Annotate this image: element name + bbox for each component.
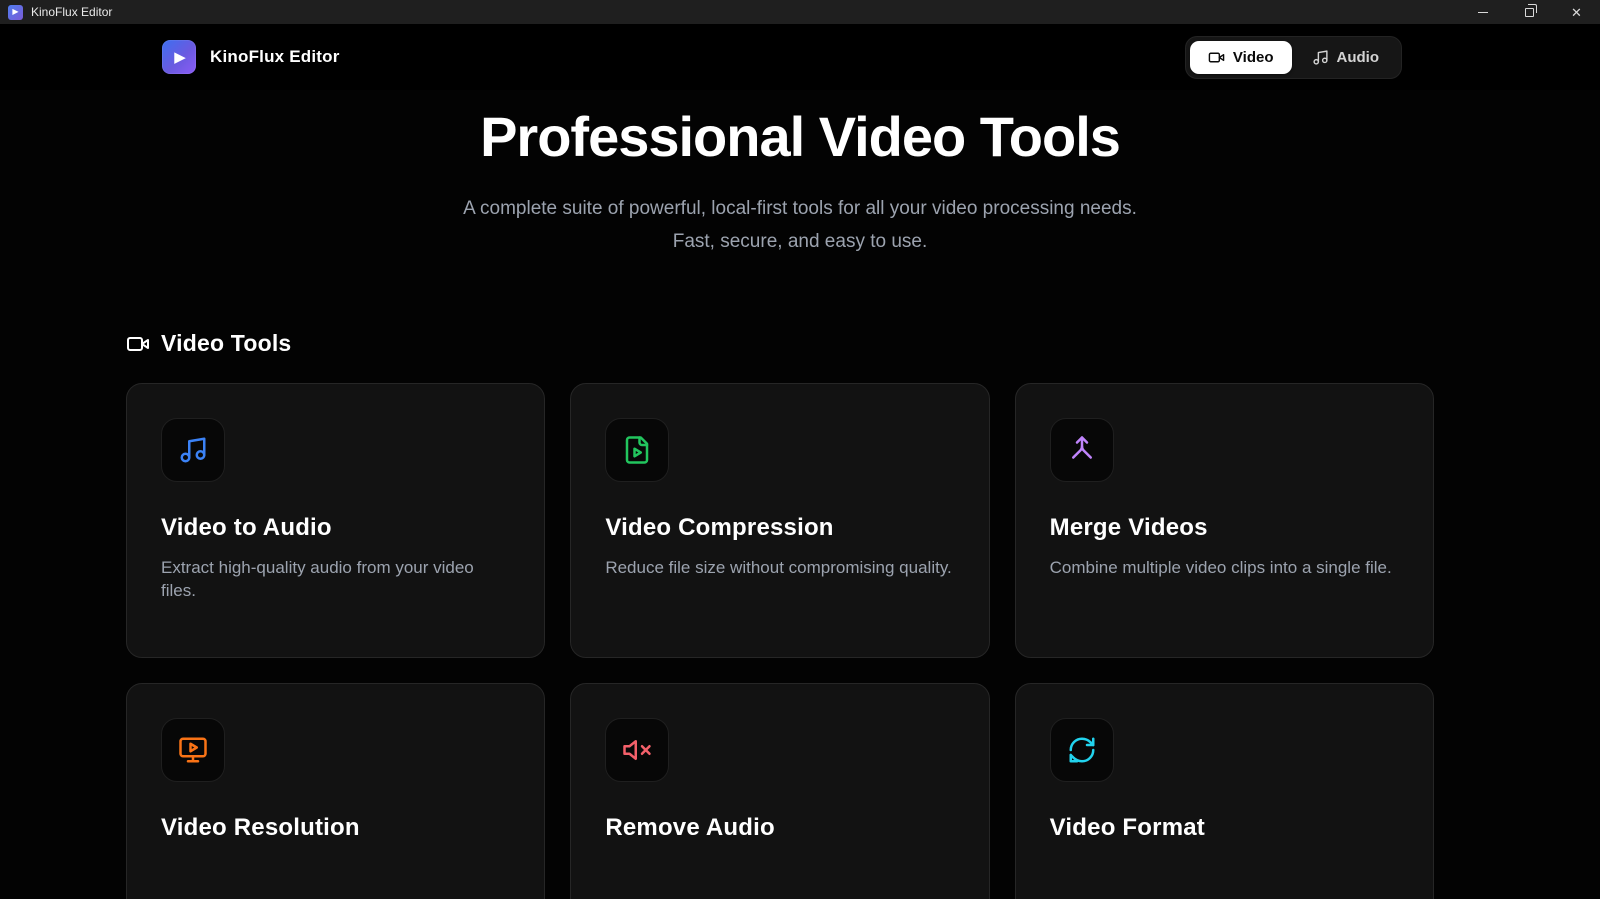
tools-grid: Video to Audio Extract high-quality audi… [126, 383, 1434, 899]
refresh-cw-icon [1067, 735, 1097, 765]
brand-name: KinoFlux Editor [210, 47, 340, 67]
card-description: Combine multiple video clips into a sing… [1050, 557, 1399, 580]
card-merge-videos[interactable]: Merge Videos Combine multiple video clip… [1015, 383, 1434, 658]
card-video-resolution[interactable]: Video Resolution [126, 683, 545, 899]
restore-button[interactable] [1506, 0, 1553, 24]
window-titlebar: ▶ KinoFlux Editor ✕ [0, 0, 1600, 24]
video-camera-icon [126, 332, 150, 356]
card-icon-box [161, 418, 225, 482]
music-icon [178, 435, 208, 465]
card-video-compression[interactable]: Video Compression Reduce file size witho… [570, 383, 989, 658]
brand: ▶ KinoFlux Editor [162, 40, 340, 74]
card-video-to-audio[interactable]: Video to Audio Extract high-quality audi… [126, 383, 545, 658]
card-title: Video Compression [605, 514, 954, 542]
close-button[interactable]: ✕ [1553, 0, 1600, 24]
hero: Professional Video Tools A complete suit… [0, 90, 1600, 258]
section-title: Video Tools [161, 330, 291, 357]
minimize-button[interactable] [1459, 0, 1506, 24]
merge-icon [1067, 435, 1097, 465]
restore-icon [1525, 8, 1534, 17]
tab-audio[interactable]: Audio [1294, 41, 1398, 74]
music-note-icon [1312, 49, 1329, 66]
card-description: Reduce file size without compromising qu… [605, 557, 954, 580]
tab-video-label: Video [1233, 49, 1274, 66]
file-video-icon [622, 435, 652, 465]
brand-logo-icon: ▶ [162, 40, 196, 74]
card-title: Video Format [1050, 814, 1399, 842]
volume-x-icon [622, 735, 652, 765]
card-title: Video Resolution [161, 814, 510, 842]
card-description: Extract high-quality audio from your vid… [161, 557, 510, 603]
minimize-icon [1478, 12, 1488, 13]
card-video-format[interactable]: Video Format [1015, 683, 1434, 899]
window-title: KinoFlux Editor [31, 5, 112, 19]
card-icon-box [161, 718, 225, 782]
page-subtitle: A complete suite of powerful, local-firs… [450, 192, 1150, 258]
card-icon-box [605, 418, 669, 482]
subtitle-line-2: Fast, secure, and easy to use. [673, 231, 928, 252]
card-title: Remove Audio [605, 814, 954, 842]
tab-video[interactable]: Video [1190, 41, 1292, 74]
page-title: Professional Video Tools [0, 102, 1600, 172]
card-remove-audio[interactable]: Remove Audio [570, 683, 989, 899]
mode-toggle: Video Audio [1185, 36, 1402, 79]
section-video-tools: Video Tools [126, 330, 1434, 357]
card-title: Video to Audio [161, 514, 510, 542]
tab-audio-label: Audio [1337, 49, 1380, 66]
close-icon: ✕ [1571, 6, 1582, 19]
subtitle-line-1: A complete suite of powerful, local-firs… [463, 198, 1137, 219]
app-header: ▶ KinoFlux Editor Video Audio [0, 24, 1600, 90]
card-icon-box [1050, 418, 1114, 482]
card-title: Merge Videos [1050, 514, 1399, 542]
monitor-play-icon [178, 735, 208, 765]
main-content: Video Tools Video to Audio Extract high-… [126, 330, 1434, 899]
card-icon-box [605, 718, 669, 782]
card-icon-box [1050, 718, 1114, 782]
video-camera-icon [1208, 49, 1225, 66]
app-icon: ▶ [8, 5, 23, 20]
